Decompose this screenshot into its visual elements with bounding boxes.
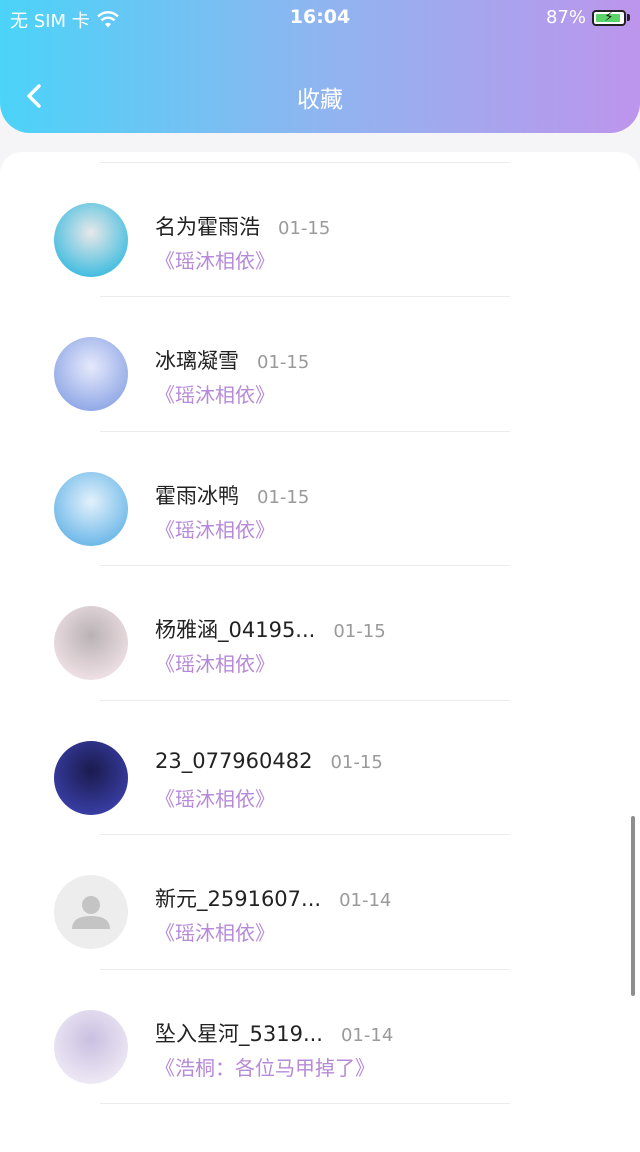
work-title-link[interactable]: 《瑶沐相依》 [155,783,275,812]
user-name: 23_077960482 [155,748,313,773]
avatar[interactable] [54,606,128,680]
list-item[interactable]: 杨雅涵_04195... 01-15 《瑶沐相依》 [0,566,640,701]
favorite-date: 01-14 [340,1024,394,1046]
app-header: 无 SIM 卡 16:04 87% ⚡ 收藏 [0,0,640,133]
work-title-link[interactable]: 《瑶沐相依》 [155,245,275,274]
avatar[interactable] [54,1009,128,1084]
work-title-link[interactable]: 《瑶沐相依》 [155,917,275,946]
avatar[interactable] [54,202,128,277]
list-item[interactable]: 冰璃凝雪 01-15 《瑶沐相依》 [0,297,640,432]
favorite-date: 01-15 [257,486,310,508]
list-item[interactable] [0,152,640,163]
list-item[interactable]: 名为霍雨浩 01-15 《瑶沐相依》 [0,163,640,297]
avatar[interactable] [54,740,128,815]
work-title-link[interactable]: 《瑶沐相依》 [155,514,275,543]
divider [100,1103,510,1104]
list-item[interactable]: 新元_2591607... 01-14 《瑶沐相依》 [0,835,640,970]
avatar[interactable] [54,471,128,546]
status-time: 16:04 [289,6,351,28]
work-title-link[interactable]: 《瑶沐相依》 [155,648,275,677]
user-name: 名为霍雨浩 [155,214,260,239]
user-name: 新元_2591607... [155,887,322,911]
user-name: 坠入星河_5319... [155,1021,323,1046]
battery-indicator: 87% ⚡ [546,7,630,28]
user-name: 杨雅涵_04195... [155,618,316,642]
list-item[interactable]: 坠入星河_5319... 01-14 《浩桐：各位马甲掉了》 [0,970,640,1104]
favorites-list: 名为霍雨浩 01-15 《瑶沐相依》 冰璃凝雪 01-15 《瑶沐相依》 霍雨冰鸭 01-15… [0,152,640,1104]
work-title-link[interactable]: 《瑶沐相依》 [155,379,275,408]
favorites-list-card[interactable]: 名为霍雨浩 01-15 《瑶沐相依》 冰璃凝雪 01-15 《瑶沐相依》 霍雨冰鸭 01-15… [0,152,640,1152]
user-name: 冰璃凝雪 [155,349,239,373]
favorite-date: 01-15 [257,352,310,373]
battery-percent: 87% [545,7,586,28]
avatar[interactable] [54,337,128,411]
work-title-link[interactable]: 《浩桐：各位马甲掉了》 [155,1052,375,1081]
battery-icon: ⚡ [592,9,626,26]
favorite-date: 01-15 [278,217,331,239]
list-item[interactable]: 霍雨冰鸭 01-15 《瑶沐相依》 [0,432,640,566]
status-bar: 无 SIM 卡 16:04 87% ⚡ [0,0,640,34]
user-name: 霍雨冰鸭 [155,483,239,508]
list-item[interactable]: 23_077960482 01-15 《瑶沐相依》 [0,701,640,835]
avatar[interactable] [54,875,128,949]
scrollbar[interactable] [631,816,635,996]
favorite-date: 01-15 [333,621,386,642]
favorite-date: 01-15 [330,751,383,773]
default-avatar-icon [72,896,110,929]
page-title: 收藏 [297,87,343,113]
favorite-date: 01-14 [339,890,392,911]
